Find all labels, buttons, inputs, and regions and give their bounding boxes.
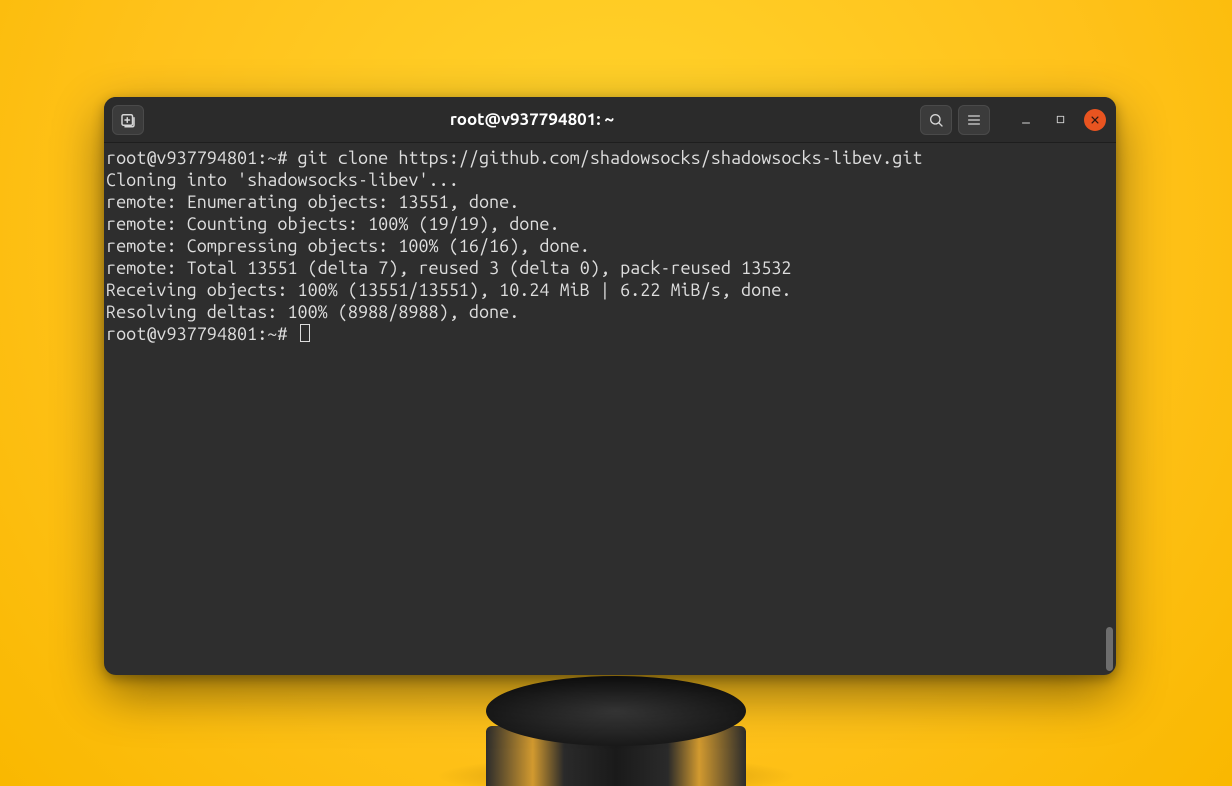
- minimize-icon: [1020, 114, 1032, 126]
- terminal-cursor: [300, 324, 310, 342]
- window-title: root@v937794801: ~: [150, 110, 914, 129]
- terminal-line[interactable]: remote: Compressing objects: 100% (16/16…: [106, 235, 1114, 257]
- hamburger-icon: [966, 112, 982, 128]
- titlebar[interactable]: root@v937794801: ~: [104, 97, 1116, 143]
- scrollbar-thumb[interactable]: [1106, 627, 1113, 671]
- terminal-line[interactable]: root@v937794801:~#: [106, 323, 1114, 345]
- terminal-line[interactable]: Resolving deltas: 100% (8988/8988), done…: [106, 301, 1114, 323]
- terminal-line[interactable]: root@v937794801:~# git clone https://git…: [106, 147, 1114, 169]
- terminal-line[interactable]: remote: Counting objects: 100% (19/19), …: [106, 213, 1114, 235]
- maximize-button[interactable]: [1046, 106, 1074, 134]
- terminal-line[interactable]: remote: Enumerating objects: 13551, done…: [106, 191, 1114, 213]
- search-button[interactable]: [920, 105, 952, 135]
- terminal-viewport[interactable]: root@v937794801:~# git clone https://git…: [104, 143, 1116, 675]
- terminal-line[interactable]: Receiving objects: 100% (13551/13551), 1…: [106, 279, 1114, 301]
- terminal-line[interactable]: Cloning into 'shadowsocks-libev'...: [106, 169, 1114, 191]
- terminal-output[interactable]: root@v937794801:~# git clone https://git…: [106, 147, 1114, 345]
- new-tab-icon: [119, 111, 137, 129]
- search-icon: [928, 112, 944, 128]
- desktop-background: root@v937794801: ~: [0, 0, 1232, 786]
- terminal-line[interactable]: remote: Total 13551 (delta 7), reused 3 …: [106, 257, 1114, 279]
- menu-button[interactable]: [958, 105, 990, 135]
- minimize-button[interactable]: [1012, 106, 1040, 134]
- new-tab-button[interactable]: [112, 105, 144, 135]
- desk-object: [446, 666, 786, 786]
- terminal-window: root@v937794801: ~: [104, 97, 1116, 675]
- close-icon: [1090, 115, 1100, 125]
- maximize-icon: [1055, 114, 1066, 125]
- close-button[interactable]: [1084, 109, 1106, 131]
